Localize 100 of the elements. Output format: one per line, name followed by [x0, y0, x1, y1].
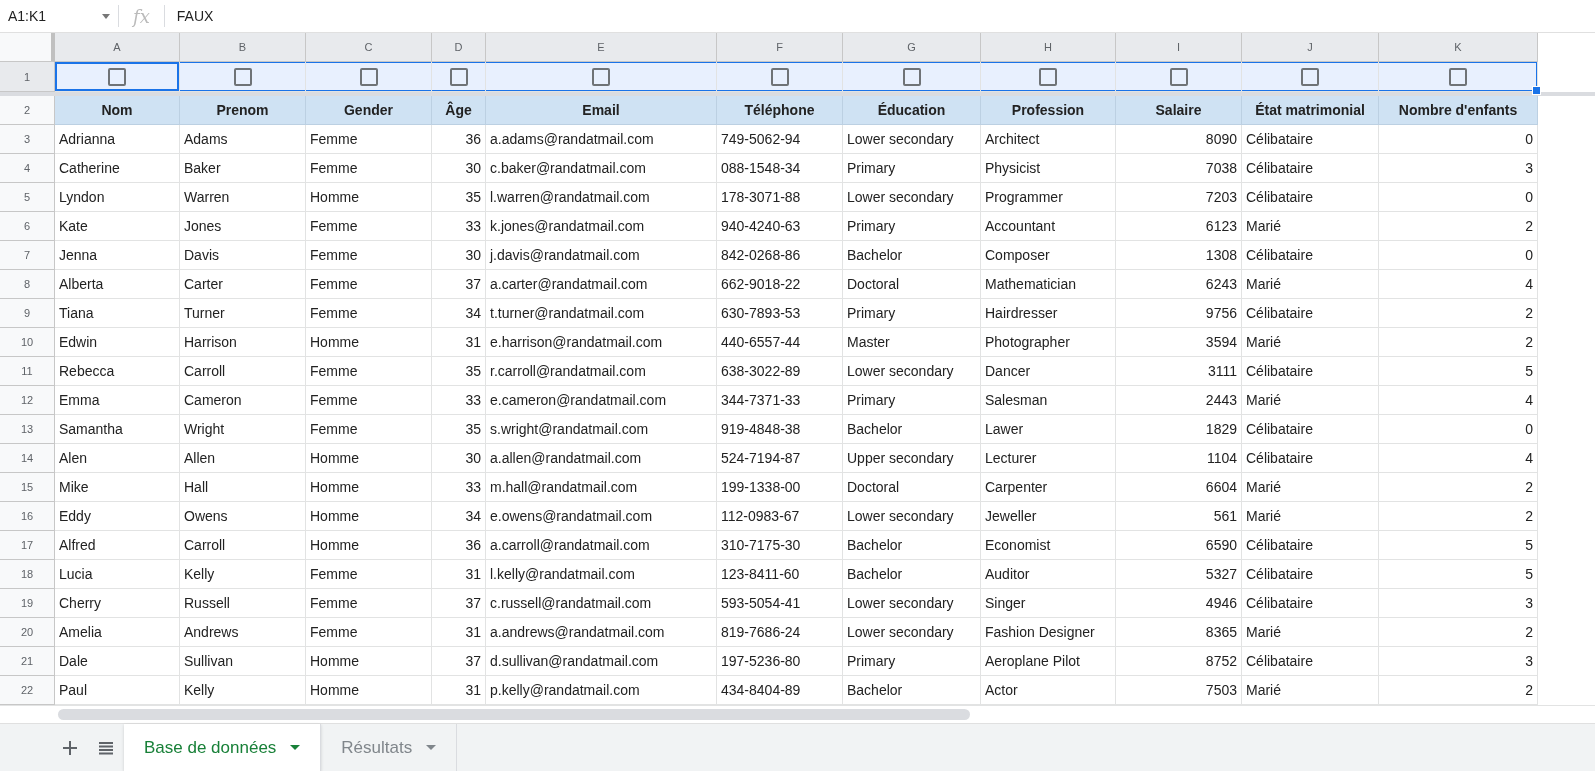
table-cell: Femme	[306, 589, 432, 618]
table-cell: 919-4848-38	[717, 415, 843, 444]
table-cell: 344-7371-33	[717, 386, 843, 415]
row-header[interactable]: 13	[0, 415, 55, 444]
table-cell: Femme	[306, 212, 432, 241]
table-cell: Célibataire	[1242, 154, 1379, 183]
row-header[interactable]: 4	[0, 154, 55, 183]
row-header[interactable]: 19	[0, 589, 55, 618]
row-header[interactable]: 16	[0, 502, 55, 531]
table-cell: Femme	[306, 386, 432, 415]
table-cell: m.hall@randatmail.com	[486, 473, 717, 502]
table-cell: 30	[432, 241, 486, 270]
table-cell: Warren	[180, 183, 306, 212]
row-header[interactable]: 8	[0, 270, 55, 299]
table-cell: 37	[432, 589, 486, 618]
table-cell: Adams	[180, 125, 306, 154]
column-header[interactable]: C	[306, 33, 432, 62]
table-cell: 310-7175-30	[717, 531, 843, 560]
table-cell: 112-0983-67	[717, 502, 843, 531]
table-cell: Primary	[843, 386, 981, 415]
table-cell: Accountant	[981, 212, 1116, 241]
row-header[interactable]: 17	[0, 531, 55, 560]
row-header[interactable]: 6	[0, 212, 55, 241]
table-cell: 819-7686-24	[717, 618, 843, 647]
column-header[interactable]: I	[1116, 33, 1242, 62]
table-cell: 4	[1379, 444, 1538, 473]
row-header[interactable]: 3	[0, 125, 55, 154]
table-cell: Homme	[306, 473, 432, 502]
table-cell: Femme	[306, 241, 432, 270]
row-header[interactable]: 9	[0, 299, 55, 328]
table-cell: Wright	[180, 415, 306, 444]
table-cell: 36	[432, 125, 486, 154]
table-cell: c.russell@randatmail.com	[486, 589, 717, 618]
table-cell: Kelly	[180, 676, 306, 705]
function-label: fx	[131, 5, 151, 27]
table-cell: 6590	[1116, 531, 1242, 560]
column-header[interactable]: D	[432, 33, 486, 62]
table-cell: 30	[432, 444, 486, 473]
table-cell: Homme	[306, 676, 432, 705]
table-cell: 30	[432, 154, 486, 183]
table-cell: 2443	[1116, 386, 1242, 415]
table-cell: Hall	[180, 473, 306, 502]
table-cell: 842-0268-86	[717, 241, 843, 270]
table-cell: Célibataire	[1242, 444, 1379, 473]
table-cell: 5	[1379, 357, 1538, 386]
table-cell: Kelly	[180, 560, 306, 589]
column-header[interactable]: K	[1379, 33, 1538, 62]
row-header[interactable]: 22	[0, 676, 55, 705]
name-box[interactable]: A1:K1	[0, 0, 118, 32]
table-cell: 31	[432, 618, 486, 647]
table-cell: Auditor	[981, 560, 1116, 589]
table-cell: 33	[432, 473, 486, 502]
table-cell: Bachelor	[843, 560, 981, 589]
table-cell: Alberta	[55, 270, 180, 299]
table-cell: d.sullivan@randatmail.com	[486, 647, 717, 676]
column-header[interactable]: F	[717, 33, 843, 62]
table-cell: 0	[1379, 183, 1538, 212]
table-cell: Lower secondary	[843, 618, 981, 647]
column-header[interactable]: A	[55, 33, 180, 62]
table-cell: Alen	[55, 444, 180, 473]
row-header[interactable]: 14	[0, 444, 55, 473]
table-cell: 630-7893-53	[717, 299, 843, 328]
column-header[interactable]: E	[486, 33, 717, 62]
table-cell: Jones	[180, 212, 306, 241]
sheet-tab[interactable]: Base de données	[124, 724, 322, 771]
table-cell: 4	[1379, 386, 1538, 415]
row-header[interactable]: 10	[0, 328, 55, 357]
table-cell: Tiana	[55, 299, 180, 328]
column-header[interactable]: J	[1242, 33, 1379, 62]
row-header[interactable]: 5	[0, 183, 55, 212]
table-cell: 6243	[1116, 270, 1242, 299]
table-cell: 37	[432, 270, 486, 299]
table-cell: 33	[432, 212, 486, 241]
column-title: Prenom	[180, 96, 306, 125]
table-cell: e.cameron@randatmail.com	[486, 386, 717, 415]
row-header[interactable]: 1	[0, 62, 55, 92]
row-header[interactable]: 12	[0, 386, 55, 415]
sheet-tab[interactable]: Résultats	[321, 724, 458, 771]
row-header[interactable]: 7	[0, 241, 55, 270]
row-header[interactable]: 15	[0, 473, 55, 502]
table-cell: Lower secondary	[843, 125, 981, 154]
table-cell: 2	[1379, 299, 1538, 328]
table-cell: Femme	[306, 560, 432, 589]
column-header[interactable]: H	[981, 33, 1116, 62]
row-header[interactable]: 18	[0, 560, 55, 589]
row-header[interactable]: 2	[0, 96, 55, 125]
column-title: État matrimonial	[1242, 96, 1379, 125]
table-cell: 3	[1379, 589, 1538, 618]
column-header[interactable]: B	[180, 33, 306, 62]
row-header[interactable]: 11	[0, 357, 55, 386]
formula-value[interactable]: FAUX	[164, 8, 214, 24]
table-cell: 3	[1379, 647, 1538, 676]
table-cell: Doctoral	[843, 473, 981, 502]
table-cell: Bachelor	[843, 676, 981, 705]
row-header[interactable]: 21	[0, 647, 55, 676]
table-cell: 8365	[1116, 618, 1242, 647]
column-header[interactable]: G	[843, 33, 981, 62]
table-cell: 1829	[1116, 415, 1242, 444]
table-cell: Femme	[306, 618, 432, 647]
row-header[interactable]: 20	[0, 618, 55, 647]
